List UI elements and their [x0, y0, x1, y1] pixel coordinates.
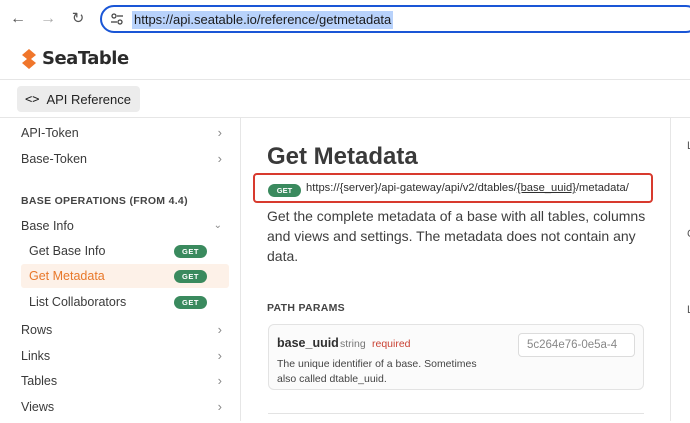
param-type: string	[340, 338, 366, 350]
page-title: Get Metadata	[267, 143, 418, 170]
next-section-divider	[268, 413, 644, 423]
param-name: base_uuid	[277, 336, 339, 350]
sidebar-item-label: Get Metadata	[29, 269, 105, 283]
section-title: BASE OPERATIONS (FROM 4.4)	[21, 195, 188, 207]
address-bar[interactable]: https://api.seatable.io/reference/getmet…	[100, 5, 690, 33]
sidebar-item-list-collaborators[interactable]: List Collaborators GET	[21, 290, 229, 314]
api-bar: <> API Reference	[0, 81, 690, 118]
sidebar-item-label: Base Info	[21, 219, 74, 233]
sidebar-item-base-info[interactable]: Base Info ⌄	[21, 216, 226, 236]
chevron-right-icon: ›	[217, 399, 222, 414]
method-badge: GET	[174, 296, 207, 309]
url-suffix: /metadata/	[575, 182, 629, 194]
back-icon[interactable]: ←	[8, 9, 28, 29]
chevron-right-icon: ›	[217, 373, 222, 388]
api-reference-button[interactable]: <> API Reference	[17, 86, 140, 112]
param-description: The unique identifier of a base. Sometim…	[277, 358, 477, 385]
reload-icon[interactable]: ↻	[68, 9, 88, 29]
seatable-logo-icon	[22, 48, 36, 69]
chevron-right-icon: ›	[217, 151, 222, 166]
right-panel: L C L	[670, 118, 690, 421]
sidebar: API-Token › Base-Token › BASE OPERATIONS…	[0, 118, 241, 421]
sidebar-item-get-metadata[interactable]: Get Metadata GET	[21, 264, 229, 288]
site-header: SeaTable	[0, 38, 690, 80]
logo-text: SeaTable	[42, 48, 129, 69]
sidebar-item-tables[interactable]: Tables ›	[21, 371, 226, 391]
path-params-title: PATH PARAMS	[267, 302, 345, 314]
url-text[interactable]: https://api.seatable.io/reference/getmet…	[132, 11, 394, 29]
sidebar-item-rows[interactable]: Rows ›	[21, 320, 226, 340]
sidebar-item-label: Views	[21, 400, 55, 414]
chevron-right-icon: ›	[217, 125, 222, 140]
sidebar-item-label: Tables	[21, 374, 58, 388]
method-badge: GET	[174, 245, 207, 258]
sidebar-item-links[interactable]: Links ›	[21, 346, 226, 366]
url-prefix: https://{server}/api-gateway/api/v2/dtab…	[306, 182, 517, 194]
sidebar-item-label: Links	[21, 349, 51, 363]
sidebar-item-label: Base-Token	[21, 152, 88, 166]
chevron-down-icon: ⌄	[213, 220, 222, 231]
browser-toolbar: ← → ↻ https://api.seatable.io/reference/…	[0, 0, 690, 38]
sidebar-item-api-token[interactable]: API-Token ›	[21, 123, 226, 143]
sidebar-item-views[interactable]: Views ›	[21, 397, 226, 417]
chevron-right-icon: ›	[217, 348, 222, 363]
param-required: required	[372, 338, 411, 350]
url-param: {base_uuid}	[516, 182, 576, 194]
chevron-right-icon: ›	[217, 322, 222, 337]
endpoint-url[interactable]: https://{server}/api-gateway/api/v2/dtab…	[306, 182, 629, 194]
sidebar-item-label: API-Token	[21, 126, 79, 140]
method-badge: GET	[174, 270, 207, 283]
base-uuid-input-wrapper	[518, 333, 635, 357]
endpoint-description: Get the complete metadata of a base with…	[267, 208, 646, 264]
sidebar-item-get-base-info[interactable]: Get Base Info GET	[21, 239, 229, 263]
method-badge: GET	[268, 184, 301, 197]
main-content: Get Metadata GET https://{server}/api-ga…	[242, 118, 670, 421]
code-icon: <>	[25, 92, 40, 106]
param-card: base_uuid string required The unique ide…	[268, 324, 644, 390]
forward-icon[interactable]: →	[38, 9, 58, 29]
sidebar-item-base-token[interactable]: Base-Token ›	[21, 149, 226, 169]
api-reference-label: API Reference	[46, 91, 131, 107]
sidebar-item-label: Rows	[21, 323, 53, 337]
sidebar-item-label: List Collaborators	[29, 295, 127, 309]
seatable-logo[interactable]: SeaTable	[20, 48, 129, 69]
base-uuid-input[interactable]	[519, 334, 634, 356]
endpoint-url-box: GET https://{server}/api-gateway/api/v2/…	[253, 173, 653, 203]
site-settings-icon[interactable]	[110, 12, 124, 26]
sidebar-item-label: Get Base Info	[29, 244, 106, 258]
